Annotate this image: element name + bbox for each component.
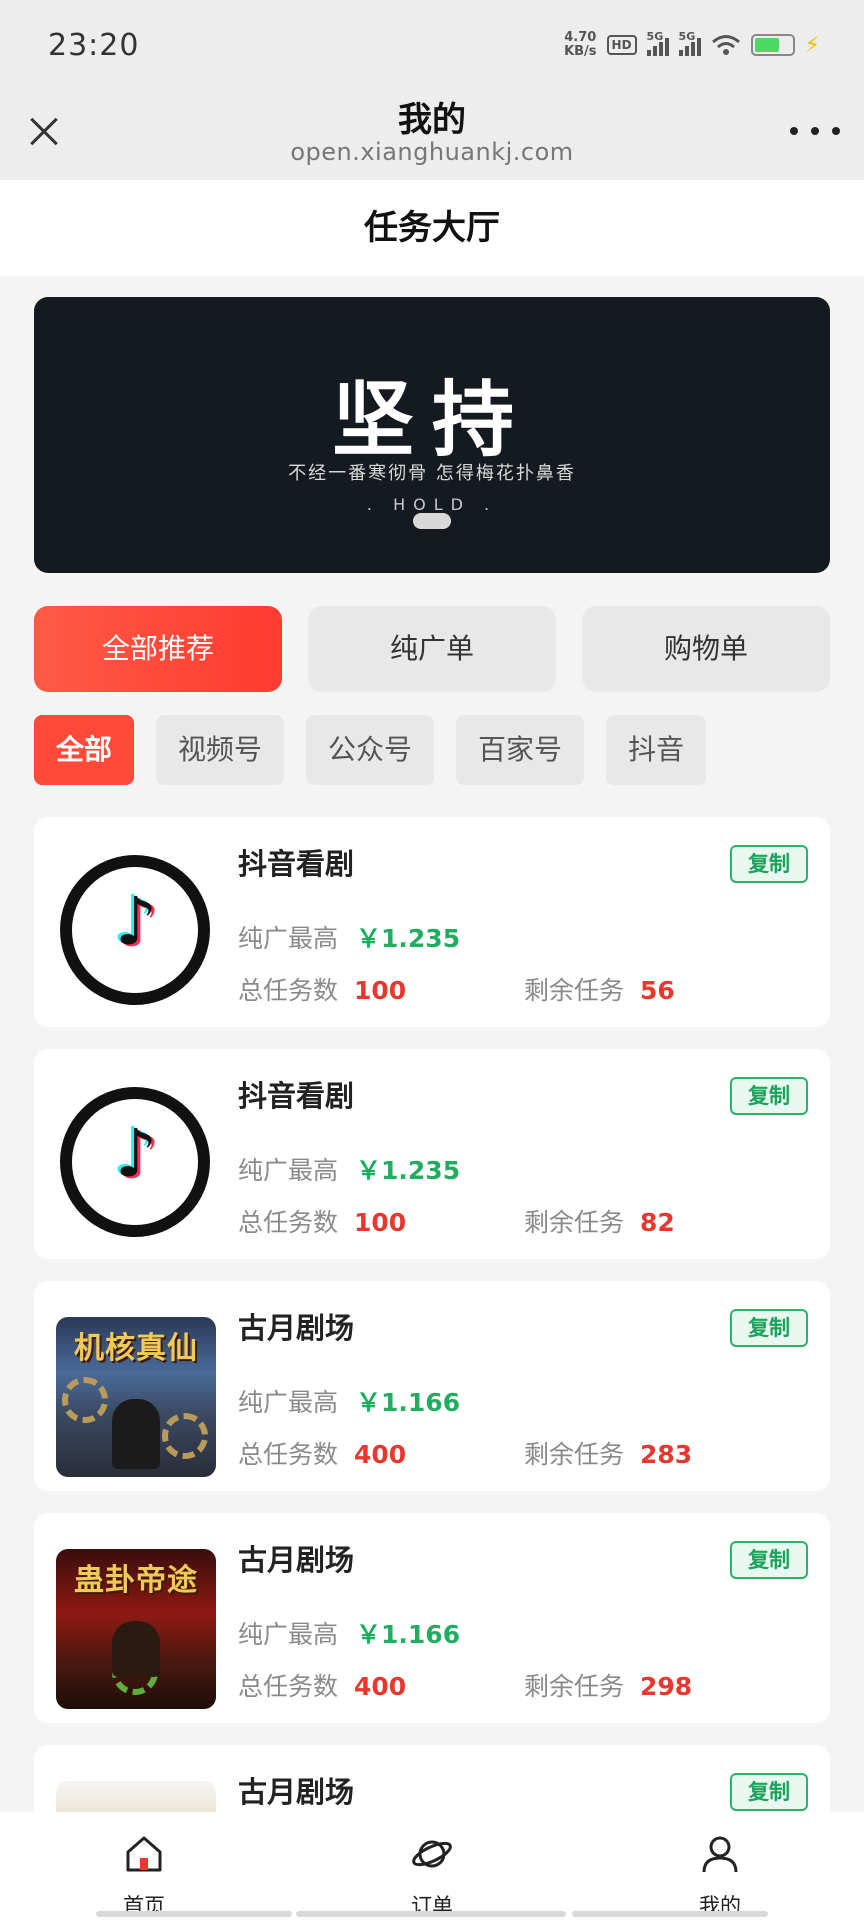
task-card[interactable]: ♪ 抖音看剧 复制 纯广最高 ￥1.235 总任务数 100 剩余任务 56 — [34, 817, 830, 1027]
status-bar: 23:20 4.70 KB/s HD 5G 5G ⚡ — [0, 0, 864, 90]
dot-icon — [832, 127, 840, 135]
copy-button[interactable]: 复制 — [730, 1773, 808, 1811]
task-price: ￥1.166 — [356, 1388, 461, 1417]
task-count-row: 总任务数 400 剩余任务 283 — [238, 1435, 798, 1471]
platform-filter-tabs: 全部 视频号 公众号 百家号 抖音 — [34, 715, 707, 785]
task-total: 400 — [354, 1672, 407, 1701]
filter-baijiahao[interactable]: 百家号 — [456, 715, 585, 785]
task-name: 古月剧场 — [238, 1775, 355, 1809]
dot-icon — [811, 127, 819, 135]
task-price-row: 纯广最高 ￥1.235 — [238, 919, 460, 955]
user-icon — [702, 1836, 738, 1873]
task-remaining: 56 — [640, 976, 675, 1005]
task-price-row: 纯广最高 ￥1.166 — [238, 1383, 460, 1419]
nav-mine[interactable]: 我的 — [576, 1812, 864, 1920]
total-label: 总任务数 — [238, 1208, 339, 1237]
task-name: 古月剧场 — [238, 1311, 355, 1345]
copy-button[interactable]: 复制 — [730, 845, 808, 883]
price-label: 纯广最高 — [238, 1620, 339, 1649]
signal-icon: 5G — [678, 30, 701, 56]
price-label: 纯广最高 — [238, 924, 339, 953]
tab-shopping[interactable]: 购物单 — [582, 606, 830, 692]
filter-official-account[interactable]: 公众号 — [306, 715, 435, 785]
task-price: ￥1.235 — [356, 1156, 461, 1185]
tab-all-recommended[interactable]: 全部推荐 — [34, 606, 282, 692]
home-indicator — [96, 1911, 292, 1917]
tiktok-logo-icon: ♪ — [56, 853, 216, 1013]
task-count-row: 总任务数 400 剩余任务 298 — [238, 1667, 798, 1703]
filter-douyin[interactable]: 抖音 — [606, 715, 707, 785]
battery-icon — [750, 34, 795, 56]
task-card[interactable]: ♪ 抖音看剧 复制 纯广最高 ￥1.235 总任务数 100 剩余任务 82 — [34, 1049, 830, 1259]
task-price: ￥1.166 — [356, 1620, 461, 1649]
task-price-row: 纯广最高 ￥1.235 — [238, 1151, 460, 1187]
charging-icon: ⚡ — [804, 32, 820, 58]
total-label: 总任务数 — [238, 976, 339, 1005]
network-speed: 4.70 KB/s — [564, 30, 597, 59]
hd-icon: HD — [606, 35, 637, 55]
task-name: 抖音看剧 — [238, 1079, 355, 1113]
page-header: 任务大厅 — [0, 180, 864, 276]
home-icon — [126, 1836, 162, 1872]
task-remaining: 82 — [640, 1208, 675, 1237]
copy-button[interactable]: 复制 — [730, 1541, 808, 1579]
task-name: 古月剧场 — [238, 1543, 355, 1577]
task-card[interactable]: 蛊卦帝途 古月剧场 复制 纯广最高 ￥1.166 总任务数 400 剩余任务 298 — [34, 1513, 830, 1723]
task-list: ♪ 抖音看剧 复制 纯广最高 ￥1.235 总任务数 100 剩余任务 56 ♪ 抖音… — [34, 817, 830, 1920]
price-label: 纯广最高 — [238, 1156, 339, 1185]
status-time: 23:20 — [48, 27, 140, 63]
category-tabs: 全部推荐 纯广单 购物单 — [34, 606, 830, 692]
drama-poster-image: 蛊卦帝途 — [56, 1549, 216, 1709]
task-count-row: 总任务数 100 剩余任务 56 — [238, 971, 798, 1007]
banner-tagline: . HOLD . — [366, 495, 498, 514]
home-indicator — [572, 1911, 768, 1917]
remaining-label: 剩余任务 — [524, 976, 625, 1005]
filter-video-channel[interactable]: 视频号 — [156, 715, 285, 785]
remaining-label: 剩余任务 — [524, 1672, 625, 1701]
tab-pure-ad[interactable]: 纯广单 — [308, 606, 556, 692]
signal-icon: 5G — [646, 30, 669, 56]
page-title: 我的 — [398, 100, 466, 140]
price-label: 纯广最高 — [238, 1388, 339, 1417]
task-price: ￥1.235 — [356, 924, 461, 953]
drama-poster-image: 机核真仙 — [56, 1317, 216, 1477]
dot-icon — [790, 127, 798, 135]
more-options-button[interactable] — [790, 116, 840, 146]
bottom-nav: 首页 订单 我的 — [0, 1812, 864, 1920]
total-label: 总任务数 — [238, 1672, 339, 1701]
task-name: 抖音看剧 — [238, 847, 355, 881]
browser-title-bar: 我的 open.xianghuankj.com — [0, 90, 864, 180]
task-card[interactable]: 机核真仙 古月剧场 复制 纯广最高 ￥1.166 总任务数 400 剩余任务 283 — [34, 1281, 830, 1491]
home-indicator — [296, 1911, 566, 1917]
page-url: open.xianghuankj.com — [290, 138, 574, 166]
nav-orders[interactable]: 订单 — [288, 1812, 576, 1920]
nav-home[interactable]: 首页 — [0, 1812, 288, 1920]
task-remaining: 298 — [640, 1672, 693, 1701]
remaining-label: 剩余任务 — [524, 1440, 625, 1469]
task-price-row: 纯广最高 ￥1.166 — [238, 1615, 460, 1651]
copy-button[interactable]: 复制 — [730, 1309, 808, 1347]
banner-subtitle: 不经一番寒彻骨 怎得梅花扑鼻香 — [288, 463, 576, 484]
banner-title: 坚持 — [331, 372, 532, 468]
filter-all[interactable]: 全部 — [34, 715, 135, 785]
banner-carousel[interactable]: 坚持 不经一番寒彻骨 怎得梅花扑鼻香 . HOLD . — [34, 297, 830, 573]
wifi-icon — [711, 35, 740, 55]
task-count-row: 总任务数 100 剩余任务 82 — [238, 1203, 798, 1239]
copy-button[interactable]: 复制 — [730, 1077, 808, 1115]
status-icons: 4.70 KB/s HD 5G 5G ⚡ — [564, 30, 820, 59]
total-label: 总任务数 — [238, 1440, 339, 1469]
task-total: 100 — [354, 1208, 407, 1237]
task-total: 100 — [354, 976, 407, 1005]
carousel-indicator — [413, 513, 451, 529]
task-remaining: 283 — [640, 1440, 693, 1469]
remaining-label: 剩余任务 — [524, 1208, 625, 1237]
task-total: 400 — [354, 1440, 407, 1469]
planet-icon — [412, 1840, 452, 1868]
tiktok-logo-icon: ♪ — [56, 1085, 216, 1245]
